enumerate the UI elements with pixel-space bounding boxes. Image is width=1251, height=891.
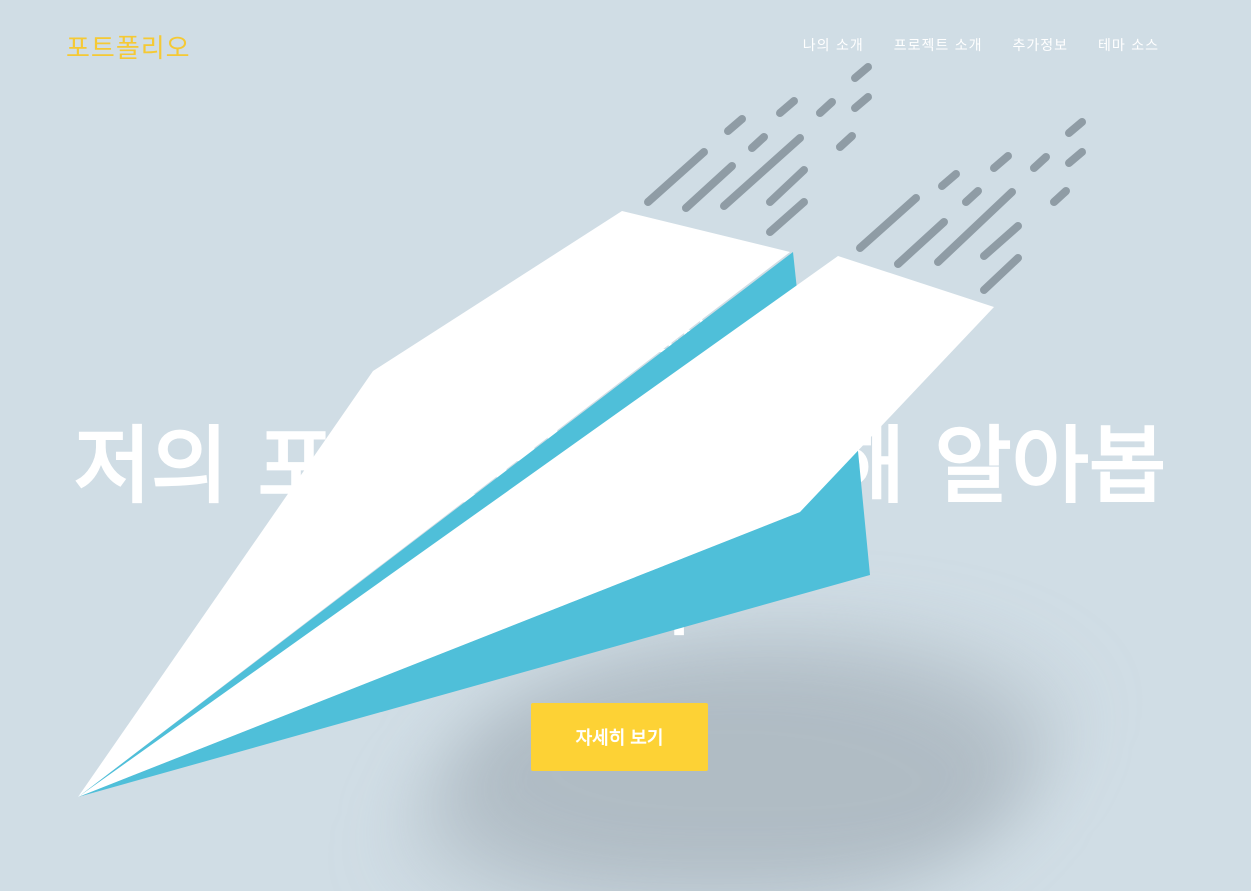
hero-headline-line2: 시다 [542,549,698,647]
hero-headline: 저의 포트폴리오에 대해 알아봅 시다 [50,400,1190,664]
view-details-button[interactable]: 자세히 보기 [531,703,708,771]
hero-section: 포트폴리오 나의 소개 프로젝트 소개 추가정보 테마 소스 안녕하세요 저의 … [0,0,1251,891]
hero-subtitle: 안녕하세요 [542,311,709,352]
hero-headline-line1: 저의 포트폴리오에 대해 알아봅 [73,417,1167,515]
